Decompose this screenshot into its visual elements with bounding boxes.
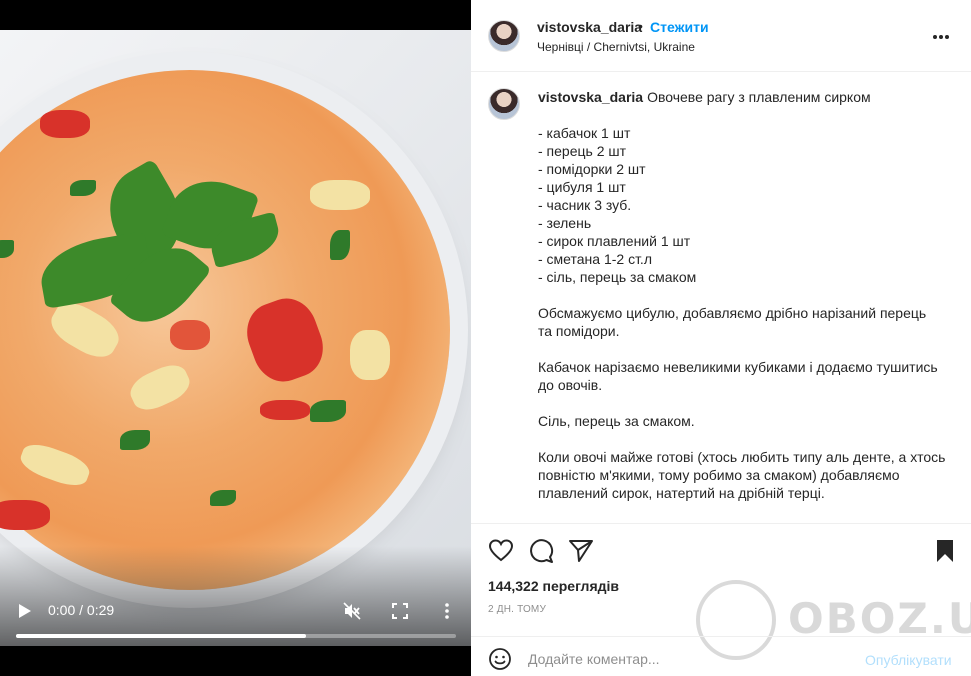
ingredient-item: - перець 2 шт	[538, 143, 627, 159]
location-link[interactable]: Чернівці / Chernivtsi, Ukraine	[537, 40, 695, 54]
heart-icon[interactable]	[488, 538, 514, 564]
ingredient-item: - часник 3 зуб.	[538, 197, 632, 213]
follow-button[interactable]: Стежити	[650, 19, 709, 35]
caption-username[interactable]: vistovska_daria	[538, 89, 643, 105]
paper-plane-icon[interactable]	[568, 538, 594, 564]
post-actions	[471, 524, 971, 576]
comment-bubble-icon[interactable]	[528, 538, 554, 564]
avatar[interactable]	[488, 20, 520, 52]
ingredient-item: - сіль, перець за смаком	[538, 269, 697, 285]
caption-paragraph: до овочів.	[538, 377, 603, 393]
ingredient-item: - зелень	[538, 215, 592, 231]
caption-avatar[interactable]	[488, 88, 520, 120]
dish-image	[0, 70, 450, 590]
ingredient-item: - сирок плавлений 1 шт	[538, 233, 691, 249]
bookmark-icon[interactable]	[932, 538, 958, 564]
ingredient-item: - сметана 1-2 ст.л	[538, 251, 652, 267]
post-panel: vistovska_daria • Стежити Чернівці / Che…	[471, 0, 971, 676]
view-count[interactable]: 144,322 переглядів	[488, 578, 619, 594]
muted-speaker-icon[interactable]	[343, 602, 361, 620]
ingredient-list: - кабачок 1 шт - перець 2 шт - помідорки 2…	[538, 124, 948, 286]
vertical-dots-icon[interactable]	[438, 602, 456, 620]
horizontal-dots-icon[interactable]	[933, 26, 953, 46]
comment-input[interactable]	[528, 645, 858, 673]
publish-button[interactable]: Опублікувати	[865, 652, 952, 668]
separator-dot: •	[638, 18, 643, 34]
video-controls: 0:00 / 0:29	[0, 596, 471, 626]
author-username[interactable]: vistovska_daria	[537, 19, 642, 35]
ingredient-item: - цибуля 1 шт	[538, 179, 626, 195]
caption-paragraph: Кабачок нарізаємо невеликими кубиками і …	[538, 359, 938, 375]
ingredient-item: - кабачок 1 шт	[538, 125, 631, 141]
caption-area: vistovska_daria Овочеве рагу з плавленим …	[471, 72, 971, 524]
ingredient-item: - помідорки 2 шт	[538, 161, 646, 177]
caption-paragraph: повністю м'якими, тому робимо за смаком)…	[538, 467, 900, 483]
caption-paragraph: Коли овочі майже готові (хтось любить ти…	[538, 449, 946, 465]
caption-title: Овочеве рагу з плавленим сирком	[647, 89, 871, 105]
video-progress-fill	[16, 634, 307, 638]
video-progress-bar[interactable]	[16, 634, 456, 638]
caption-paragraph: та помідори.	[538, 323, 620, 339]
comment-bar: Опублікувати	[471, 636, 971, 676]
post-date[interactable]: 2 ДН. ТОМУ	[488, 604, 546, 615]
caption-paragraph: Обсмажуємо цибулю, добавляємо дрібно нар…	[538, 305, 927, 321]
play-icon[interactable]	[18, 603, 32, 619]
emoji-smile-icon[interactable]	[488, 647, 512, 671]
video-player[interactable]: 0:00 / 0:29	[0, 0, 471, 676]
caption-paragraph: плавлений сирок, натертий на дрібній тер…	[538, 485, 825, 501]
caption-paragraph: Сіль, перець за смаком.	[538, 413, 695, 429]
video-time: 0:00 / 0:29	[48, 602, 115, 618]
post-caption: vistovska_daria Овочеве рагу з плавленим …	[538, 88, 948, 502]
post-header: vistovska_daria • Стежити Чернівці / Che…	[471, 0, 971, 72]
fullscreen-icon[interactable]	[391, 602, 409, 620]
